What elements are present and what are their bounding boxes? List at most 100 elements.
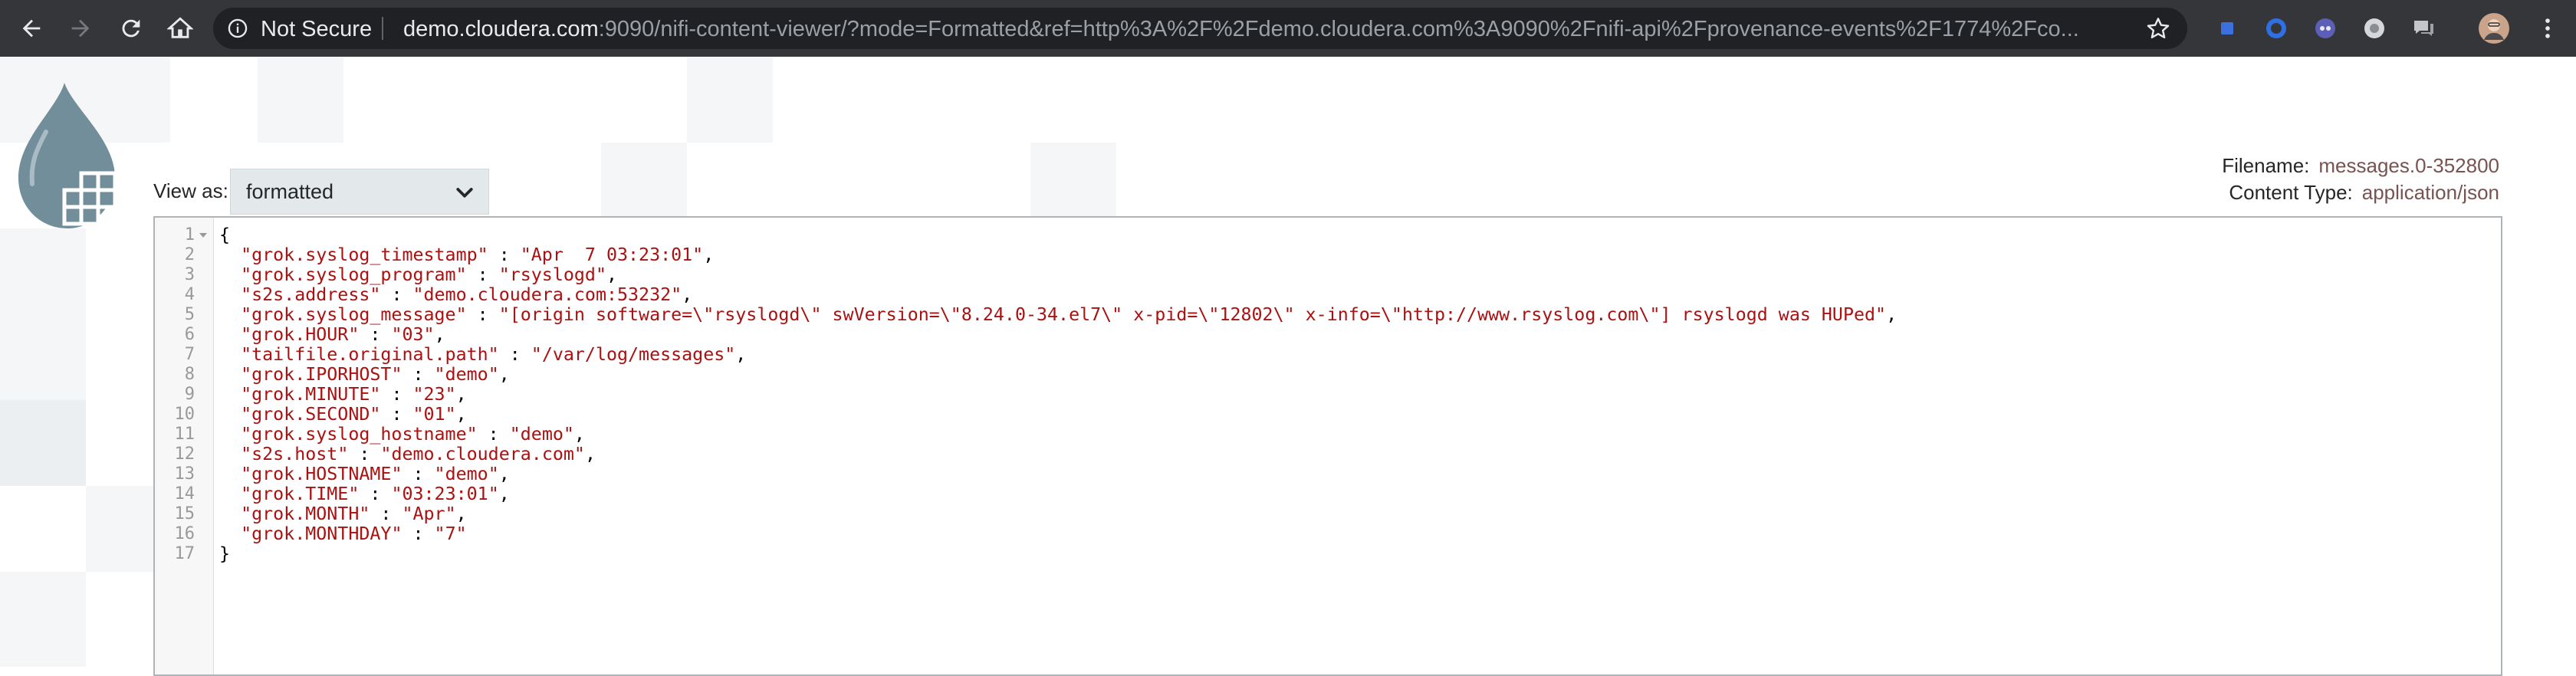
content-type-row: Content Type: application/json [2229, 181, 2499, 205]
json-key-quoted: "grok.syslog_message" [241, 304, 467, 325]
background-square [0, 228, 86, 314]
json-value: demo [520, 424, 564, 445]
json-value-quoted: "23" [412, 384, 456, 405]
code-line: "grok.MONTH" : "Apr", [241, 504, 467, 524]
line-number: 17 [174, 544, 196, 563]
json-key-quoted: "grok.MONTHDAY" [241, 523, 402, 544]
json-key: s2s.host [251, 444, 338, 464]
avatar[interactable] [2478, 12, 2510, 44]
menu-dots-icon[interactable] [2530, 11, 2565, 46]
filename-value: messages.0-352800 [2318, 154, 2499, 177]
code-line: "tailfile.original.path" : "/var/log/mes… [241, 344, 747, 365]
address-bar[interactable]: Not Secure demo.cloudera.com:9090/nifi-c… [213, 8, 2187, 49]
json-value-quoted: "demo" [509, 424, 574, 445]
json-value: 01 [423, 404, 445, 425]
json-value-quoted: "03" [391, 324, 435, 345]
json-value: Apr [412, 504, 445, 524]
filename-label: Filename: [2222, 154, 2310, 177]
code-brace: } [219, 543, 231, 564]
json-value-quoted: "rsyslogd" [498, 264, 606, 285]
json-key: grok.MONTHDAY [251, 523, 392, 544]
json-value-quoted: "demo" [434, 464, 499, 484]
json-key: grok.syslog_hostname [251, 424, 467, 445]
info-icon[interactable] [227, 18, 248, 39]
json-value: demo.cloudera.com [391, 444, 574, 464]
url-text[interactable]: demo.cloudera.com:9090/nifi-content-view… [403, 17, 2113, 42]
background-square [86, 486, 153, 572]
home-icon[interactable] [163, 11, 198, 46]
code-line: "grok.syslog_timestamp" : "Apr 7 03:23:0… [241, 244, 715, 265]
json-key-quoted: "grok.syslog_program" [241, 264, 467, 285]
security-status[interactable]: Not Secure [261, 17, 372, 42]
json-key-quoted: "grok.HOUR" [241, 324, 360, 345]
json-key: grok.syslog_program [251, 264, 456, 285]
browser-toolbar: Not Secure demo.cloudera.com:9090/nifi-c… [0, 0, 2576, 57]
json-value: demo [445, 364, 488, 385]
code-line: { [219, 225, 230, 245]
background-square [601, 143, 687, 216]
extension-grey-circle-icon[interactable] [2361, 15, 2387, 41]
json-value-quoted: "/var/log/messages" [531, 344, 736, 365]
json-value-quoted: "03:23:01" [391, 484, 499, 504]
json-key: grok.syslog_message [251, 304, 456, 325]
line-number: 4 [184, 285, 195, 304]
line-number: 3 [184, 265, 195, 284]
code-line: "grok.syslog_message" : "[origin softwar… [241, 304, 1898, 325]
back-arrow-icon[interactable] [14, 11, 49, 46]
json-value: Apr 7 03:23:01 [531, 244, 693, 265]
view-mode-select[interactable]: formatted [230, 169, 489, 215]
code-line: "s2s.address" : "demo.cloudera.com:53232… [241, 284, 693, 305]
extension-chat-icon[interactable] [2410, 15, 2436, 41]
url-host: demo.cloudera.com [403, 17, 599, 41]
view-as-label: View as: [153, 179, 228, 202]
code-line: "grok.TIME" : "03:23:01", [241, 484, 510, 504]
json-key-quoted: "grok.SECOND" [241, 404, 381, 425]
json-key: grok.IPORHOST [251, 364, 392, 385]
json-value: rsyslogd [509, 264, 596, 285]
background-square [0, 314, 86, 400]
line-number: 8 [184, 365, 195, 384]
star-icon[interactable] [2146, 16, 2170, 41]
json-key-quoted: "grok.HOSTNAME" [241, 464, 402, 484]
line-number: 16 [174, 524, 196, 543]
code-line: "grok.MONTHDAY" : "7" [241, 523, 467, 544]
line-number: 15 [174, 504, 196, 523]
json-value-quoted: "Apr 7 03:23:01" [520, 244, 704, 265]
content-type-value: application/json [2361, 181, 2499, 204]
line-number: 9 [184, 385, 195, 404]
extension-badge-icon[interactable] [2312, 15, 2338, 41]
json-value: 03 [402, 324, 424, 345]
json-key: grok.TIME [251, 484, 349, 504]
json-value: 23 [423, 384, 445, 405]
json-key-quoted: "s2s.address" [241, 284, 381, 305]
line-number: 14 [174, 484, 196, 504]
code-editor[interactable]: 1 2 3 4 5 6 7 8 9 10 11 12 13 14 15 16 17 { "grok.syslog… [153, 216, 2502, 676]
json-key-quoted: "grok.syslog_hostname" [241, 424, 478, 445]
json-value: demo.cloudera.com:53232 [423, 284, 672, 305]
code-line: "grok.syslog_program" : "rsyslogd", [241, 264, 618, 285]
json-value-quoted: "01" [412, 404, 456, 425]
extension-blue-square-icon[interactable] [2214, 15, 2240, 41]
filename-row: Filename: messages.0-352800 [2222, 154, 2499, 178]
background-square [1030, 143, 1116, 216]
code-line: "grok.SECOND" : "01", [241, 404, 467, 425]
json-value: /var/log/messages [541, 344, 725, 365]
json-value-quoted: "7" [434, 523, 467, 544]
fold-arrow-icon[interactable] [198, 230, 209, 241]
chevron-down-icon [456, 188, 473, 198]
forward-arrow-icon[interactable] [63, 11, 98, 46]
line-number: 2 [184, 245, 195, 264]
extension-blue-ring-icon[interactable] [2263, 15, 2289, 41]
background-square [687, 57, 773, 143]
json-value: demo [445, 464, 488, 484]
json-key: grok.syslog_timestamp [251, 244, 478, 265]
json-key: grok.MONTH [251, 504, 360, 524]
nifi-drop-logo [18, 83, 117, 228]
url-path: :9090/nifi-content-viewer/?mode=Formatte… [598, 17, 2079, 41]
line-number: 10 [174, 405, 196, 424]
background-square [258, 57, 343, 143]
json-key: s2s.address [251, 284, 370, 305]
reload-icon[interactable] [113, 11, 149, 46]
line-number: 1 [184, 225, 195, 244]
json-value-quoted: "demo.cloudera.com:53232" [412, 284, 682, 305]
